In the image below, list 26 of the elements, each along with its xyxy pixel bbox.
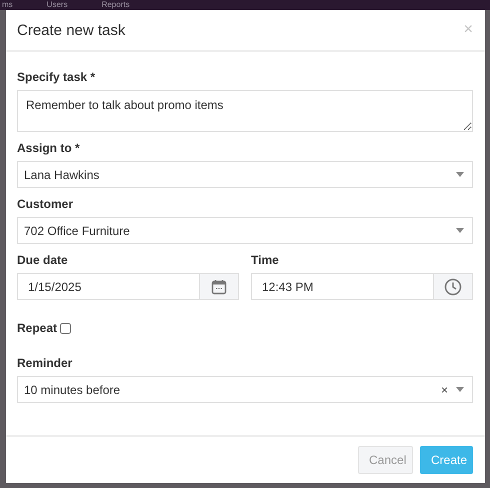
- nav-link[interactable]: Users: [46, 0, 68, 10]
- clear-icon[interactable]: ×: [440, 382, 448, 396]
- customer-select[interactable]: 702 Office Furniture: [17, 217, 473, 244]
- caret-icon: [456, 172, 464, 177]
- time-input[interactable]: 12:43 PM: [251, 273, 433, 300]
- dialog-title: Create new task: [17, 22, 126, 38]
- nav-link[interactable]: ms: [2, 0, 13, 10]
- field-label: Specify task *: [17, 70, 96, 84]
- calendar-button[interactable]: [199, 273, 239, 300]
- assignee-select[interactable]: Lana Hawkins: [17, 161, 473, 188]
- clock-icon: [444, 278, 462, 296]
- nav-link[interactable]: Reports: [102, 0, 130, 10]
- repeat-checkbox[interactable]: [60, 322, 72, 334]
- field-label: Customer: [17, 197, 74, 211]
- field-label: Repeat: [17, 321, 58, 335]
- field-label: Reminder: [17, 356, 74, 370]
- date-input[interactable]: 1/15/2025: [17, 273, 199, 300]
- caret-icon: [456, 228, 464, 233]
- clock-button[interactable]: [433, 273, 473, 300]
- field-label: Due date: [17, 253, 69, 267]
- caret-icon: [456, 387, 464, 392]
- calendar-icon: [211, 278, 227, 294]
- field-label: Assign to *: [17, 141, 81, 155]
- reminder-select[interactable]: 10 minutes before ×: [17, 376, 473, 403]
- task-input[interactable]: Remember to talk about promo items: [17, 90, 473, 132]
- field-label: Time: [251, 253, 280, 267]
